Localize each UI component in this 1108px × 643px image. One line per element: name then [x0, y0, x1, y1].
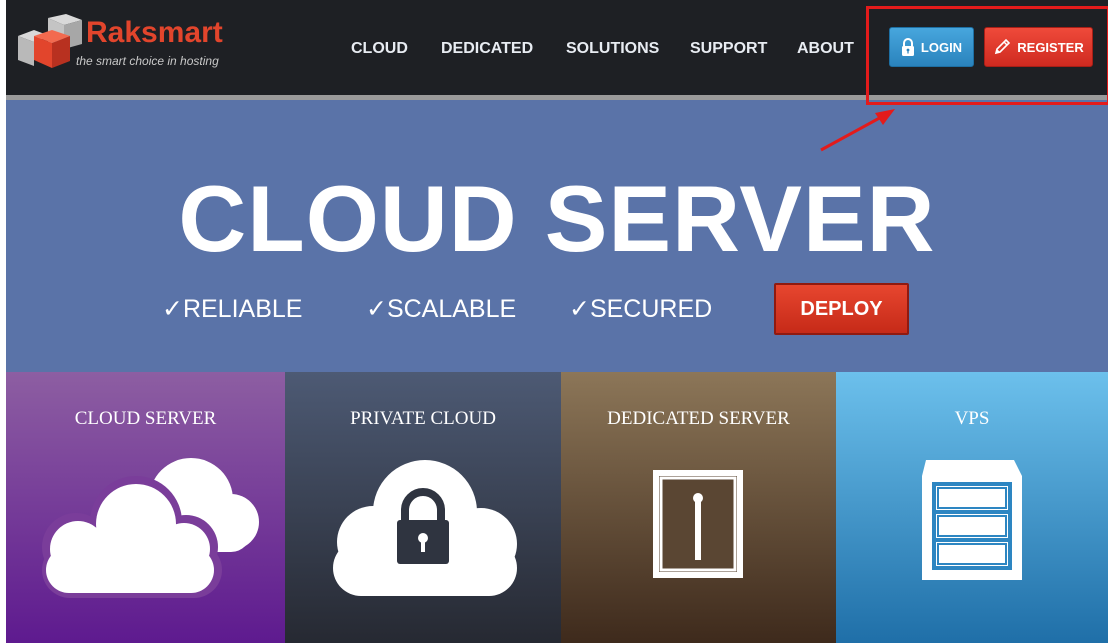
annotation-highlight-box	[866, 6, 1108, 105]
logo-tagline: the smart choice in hosting	[76, 54, 219, 68]
deploy-button[interactable]: DEPLOY	[774, 283, 909, 335]
dedicated-server-icon	[653, 470, 743, 578]
feature-reliable: ✓RELIABLE	[162, 295, 303, 323]
cloud-lock-icon	[333, 460, 517, 596]
logo[interactable]: Raksmart the smart choice in hosting	[16, 14, 236, 74]
nav-solutions[interactable]: SOLUTIONS	[566, 40, 659, 58]
tile-vps[interactable]: VPS	[836, 372, 1108, 643]
check-icon: ✓	[162, 295, 183, 323]
tile-label: VPS	[954, 408, 990, 429]
tile-cloud-server[interactable]: CLOUD SERVER	[6, 372, 285, 643]
feature-secured: ✓SECURED	[569, 295, 713, 323]
tile-label: PRIVATE CLOUD	[350, 408, 496, 429]
logo-name: Raksmart	[86, 16, 223, 49]
nav-cloud[interactable]: CLOUD	[351, 40, 408, 58]
tile-private-cloud[interactable]: PRIVATE CLOUD	[285, 372, 561, 643]
tile-label: CLOUD SERVER	[74, 408, 217, 429]
clouds-icon	[42, 458, 259, 598]
feature-scalable: ✓SCALABLE	[366, 295, 517, 323]
vps-server-icon	[922, 460, 1022, 580]
annotation-arrow-icon	[820, 109, 895, 152]
check-icon: ✓	[366, 295, 387, 323]
check-icon: ✓	[569, 295, 590, 323]
nav-dedicated[interactable]: DEDICATED	[441, 40, 533, 58]
nav-support[interactable]: SUPPORT	[690, 40, 767, 58]
hero-title: CLOUD SERVER	[178, 166, 936, 271]
tile-dedicated-server[interactable]: DEDICATED SERVER	[561, 372, 836, 643]
tile-label: DEDICATED SERVER	[607, 408, 790, 429]
nav-about[interactable]: ABOUT	[797, 40, 854, 58]
hero-banner: CLOUD SERVER ✓RELIABLE ✓SCALABLE ✓SECURE…	[6, 100, 1108, 372]
